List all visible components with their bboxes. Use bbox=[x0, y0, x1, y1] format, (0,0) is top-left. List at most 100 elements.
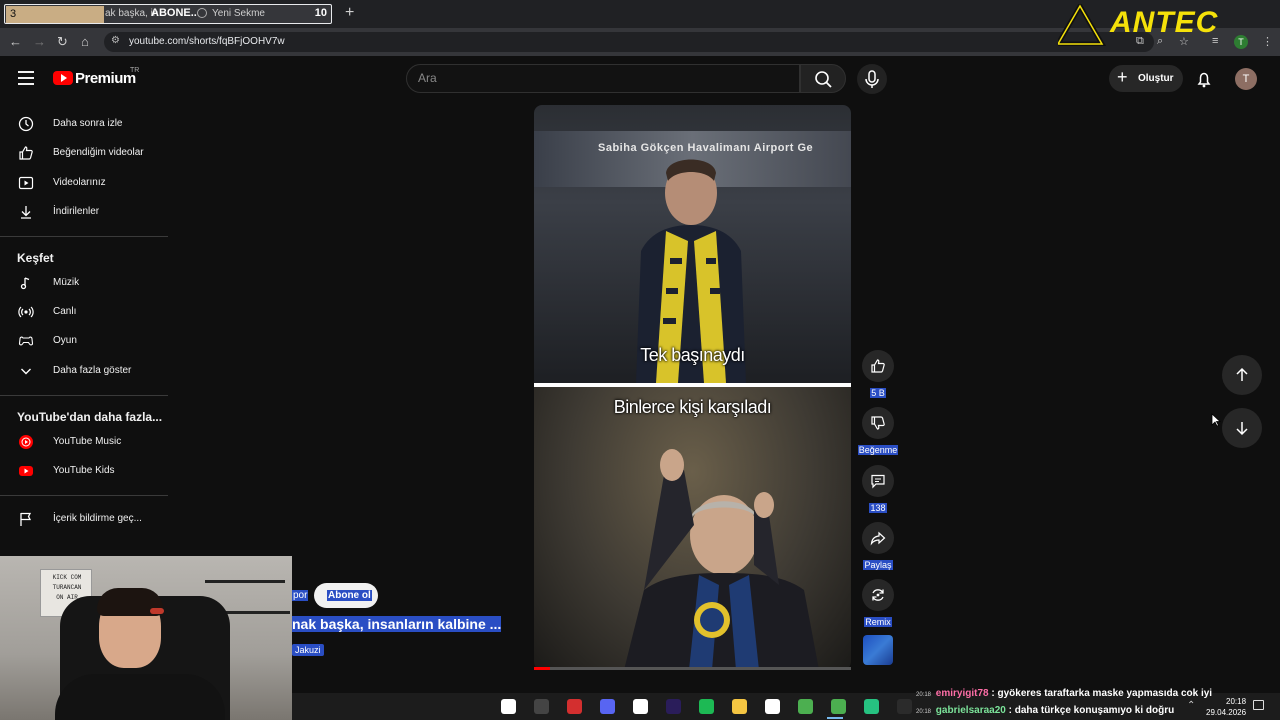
sidebar-item-liked-videos[interactable]: Beğendiğim videolar bbox=[0, 139, 168, 167]
tab-newtab-label[interactable]: Yeni Sekme bbox=[212, 8, 265, 19]
webcam-shelf bbox=[205, 580, 285, 583]
epic-games-icon[interactable] bbox=[897, 699, 912, 714]
folder-icon[interactable] bbox=[732, 699, 747, 714]
tab-highlight bbox=[6, 6, 104, 23]
arrow-down-icon bbox=[1236, 422, 1248, 436]
forward-arrow-icon[interactable]: → bbox=[33, 34, 46, 49]
youtube-brand-label[interactable]: Premium bbox=[75, 70, 136, 87]
notifications-button[interactable] bbox=[1193, 68, 1215, 90]
flag-icon bbox=[20, 512, 32, 526]
sidebar-item-show-more[interactable]: Daha fazla göster bbox=[0, 357, 168, 385]
share-label-text: Paylaş bbox=[863, 560, 893, 570]
channel-name[interactable]: por bbox=[292, 590, 309, 601]
share-label: Paylaş bbox=[850, 560, 906, 570]
sidebar-item-gaming[interactable]: Oyun bbox=[0, 327, 168, 355]
dislike-button[interactable] bbox=[862, 407, 894, 439]
short-title[interactable]: nak başka, insanların kalbine ... bbox=[292, 616, 502, 632]
webcam-overlay: KICK COM TURANCAN ON AIR bbox=[0, 556, 292, 720]
bell-icon bbox=[1197, 72, 1211, 88]
notification-icon[interactable] bbox=[1253, 700, 1264, 710]
url-text[interactable]: youtube.com/shorts/fqBFjOOHV7w bbox=[129, 36, 285, 47]
clock-date: 29.04.2026 bbox=[1206, 708, 1247, 717]
video-progress-bar[interactable] bbox=[534, 667, 851, 670]
share-button[interactable] bbox=[862, 522, 894, 554]
premiere-icon[interactable] bbox=[666, 699, 681, 714]
sidebar-item-watch-later[interactable]: Daha sonra izle bbox=[0, 110, 168, 138]
search-button[interactable] bbox=[800, 64, 846, 93]
back-arrow-icon[interactable]: ← bbox=[9, 34, 22, 49]
obs-icon[interactable] bbox=[534, 699, 549, 714]
sound-thumbnail[interactable] bbox=[863, 635, 893, 665]
like-count-text: 5 B bbox=[870, 388, 886, 398]
spotify-icon[interactable] bbox=[699, 699, 714, 714]
clock-icon bbox=[18, 116, 34, 132]
chrome-icon[interactable] bbox=[798, 699, 813, 714]
webcam-sign-line: KICK COM bbox=[52, 574, 82, 581]
remix-icon bbox=[872, 589, 884, 601]
sidebar-item-your-videos[interactable]: Videolarınız bbox=[0, 169, 168, 197]
sidebar-item-live[interactable]: Canlı bbox=[0, 298, 168, 326]
comments-button[interactable] bbox=[862, 465, 894, 497]
short-video-player[interactable]: Sabiha Gökçen Havalimanı Airport Ge Tek … bbox=[534, 105, 851, 670]
sidebar-item-youtube-kids[interactable]: YouTube Kids bbox=[0, 457, 168, 485]
capcut3-icon[interactable] bbox=[765, 699, 780, 714]
new-tab-plus-icon[interactable]: + bbox=[345, 4, 354, 22]
download-icon bbox=[21, 206, 31, 219]
avatar[interactable]: T bbox=[1235, 68, 1257, 90]
thumb-down-icon bbox=[871, 416, 885, 430]
music-note-icon bbox=[20, 277, 30, 290]
taskbar-active-indicator bbox=[827, 717, 843, 719]
thumb-up-icon bbox=[19, 146, 33, 160]
headset-mic bbox=[150, 608, 164, 614]
tray-chevron-icon[interactable]: ⌃ bbox=[1187, 700, 1195, 711]
sound-name[interactable]: Jakuzi bbox=[292, 644, 324, 656]
share-arrow-icon bbox=[870, 531, 886, 546]
remix-label: Remix bbox=[850, 617, 906, 627]
youtube-logo-icon[interactable] bbox=[53, 71, 73, 85]
chrome-active-icon[interactable] bbox=[831, 699, 846, 714]
voice-search-button[interactable] bbox=[857, 64, 887, 94]
play-box-icon bbox=[18, 176, 34, 190]
live-icon bbox=[18, 306, 34, 318]
sidebar-section-title: YouTube'dan daha fazla... bbox=[17, 410, 163, 424]
browser-tab-active[interactable]: 3 ak başka, in ABONE.. Yeni Sekme 10 bbox=[4, 4, 332, 24]
discord-icon[interactable] bbox=[600, 699, 615, 714]
dislike-label: Beğenme bbox=[850, 445, 906, 455]
search-input[interactable] bbox=[418, 71, 788, 85]
like-button[interactable] bbox=[862, 350, 894, 382]
green-app-icon[interactable] bbox=[864, 699, 879, 714]
antec-logo-text: ANTEC bbox=[1110, 6, 1219, 39]
sidebar-item-label: İndirilenler bbox=[53, 206, 100, 217]
home-icon[interactable]: ⌂ bbox=[81, 34, 89, 49]
site-info-icon[interactable]: ⚙ bbox=[111, 35, 120, 46]
sidebar-item-label: Müzik bbox=[53, 277, 80, 288]
previous-short-button[interactable] bbox=[1222, 355, 1262, 395]
sidebar-divider bbox=[0, 236, 168, 237]
red-app-icon[interactable] bbox=[567, 699, 582, 714]
sidebar-item-label: YouTube Kids bbox=[53, 465, 115, 476]
sidebar-item-label: Daha fazla göster bbox=[53, 365, 132, 376]
chat-message: 20:18 emiryigit78 : gyökeres taraftarka … bbox=[916, 688, 1212, 699]
sidebar-item-music[interactable]: Müzik bbox=[0, 269, 168, 297]
caption-bottom: Binlerce kişi karşıladı bbox=[613, 397, 772, 417]
next-short-button[interactable] bbox=[1222, 408, 1262, 448]
chat-username: gabrielsaraa20 bbox=[935, 705, 1006, 716]
remix-button[interactable] bbox=[862, 579, 894, 611]
system-clock[interactable]: 20:18 29.04.2026 bbox=[1206, 696, 1246, 718]
sidebar-divider bbox=[0, 395, 168, 396]
arrow-up-icon bbox=[1236, 367, 1248, 381]
sidebar-item-label: İçerik bildirme geç... bbox=[53, 513, 142, 524]
reload-icon[interactable]: ↻ bbox=[57, 34, 68, 50]
sidebar-item-report-history[interactable]: İçerik bildirme geç... bbox=[0, 505, 168, 533]
sidebar-item-youtube-music[interactable]: YouTube Music bbox=[0, 428, 168, 456]
capcut2-icon[interactable] bbox=[633, 699, 648, 714]
sidebar-item-label: Videolarınız bbox=[53, 177, 106, 188]
chat-message: 20:18 gabrielsaraa20 : daha türkçe konuş… bbox=[916, 705, 1174, 716]
sidebar-section-title: Keşfet bbox=[17, 251, 54, 265]
capcut-icon[interactable] bbox=[501, 699, 516, 714]
youtube-kids-icon bbox=[19, 466, 33, 476]
sidebar-item-downloads[interactable]: İndirilenler bbox=[0, 198, 168, 226]
hamburger-menu-icon[interactable] bbox=[18, 71, 34, 85]
sidebar-item-label: YouTube Music bbox=[53, 436, 122, 447]
youtube-music-icon bbox=[19, 435, 33, 449]
